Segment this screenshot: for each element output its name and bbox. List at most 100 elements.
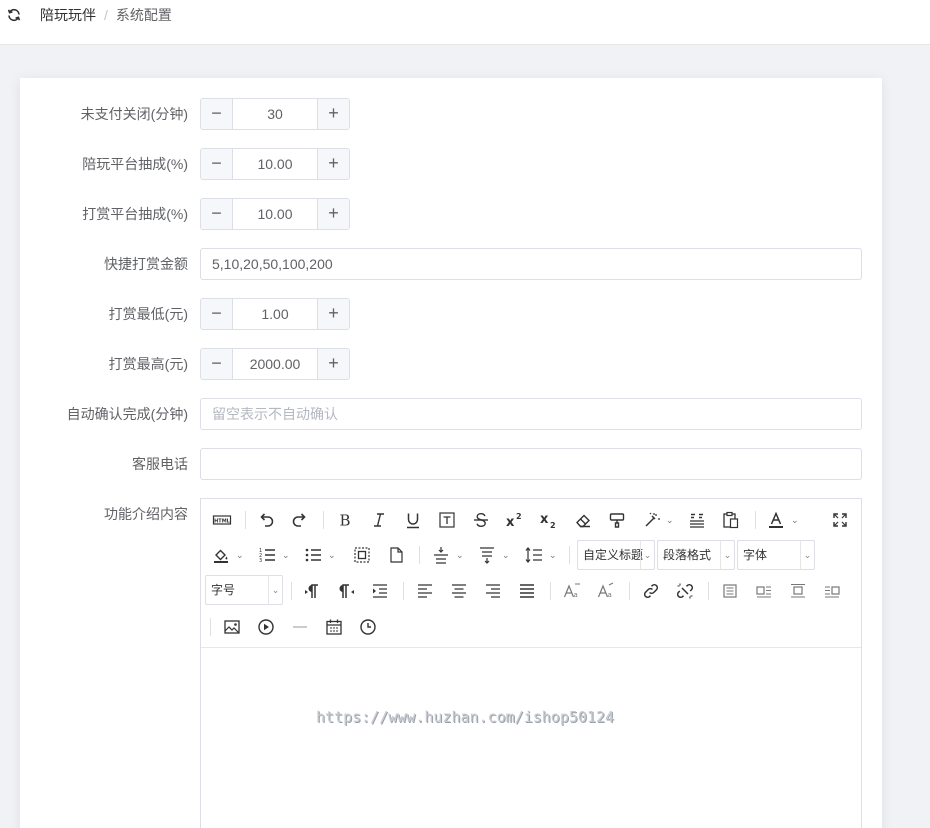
service-phone-input[interactable]	[200, 448, 862, 480]
increment-button[interactable]: +	[317, 299, 349, 329]
form-row-quick-tip: 快捷打赏金额	[20, 248, 882, 280]
intro-label: 功能介绍内容	[104, 506, 188, 522]
auto-format-dropdown-icon[interactable]: ⌄	[666, 509, 674, 531]
tip-min-input[interactable]: 1.00	[233, 299, 317, 329]
indent-icon[interactable]	[369, 580, 391, 602]
blockquote-icon[interactable]	[686, 509, 708, 531]
tip-max-label: 打赏最高(元)	[108, 356, 188, 372]
unordered-list-icon[interactable]	[302, 544, 324, 566]
decrement-button[interactable]: −	[201, 199, 233, 229]
row-spacing-top-icon[interactable]	[430, 544, 452, 566]
row-spacing-bottom-icon[interactable]	[476, 544, 498, 566]
undo-icon[interactable]	[255, 509, 277, 531]
align-center-icon[interactable]	[448, 580, 470, 602]
ordered-list-icon[interactable]: 123	[256, 544, 278, 566]
paste-plain-icon[interactable]	[720, 509, 742, 531]
decrement-button[interactable]: −	[201, 299, 233, 329]
fullscreen-icon[interactable]	[829, 509, 851, 531]
insert-video-icon[interactable]	[255, 616, 277, 638]
html-source-icon[interactable]: HTML	[211, 509, 233, 531]
font-color-icon[interactable]	[765, 509, 787, 531]
increment-button[interactable]: +	[317, 349, 349, 379]
unlink-icon[interactable]	[674, 580, 696, 602]
row-spacing-top-dropdown-icon[interactable]: ⌄	[456, 544, 464, 566]
form-row-tip-max: 打赏最高(元) − 2000.00 +	[20, 348, 882, 380]
image-right-icon[interactable]	[821, 580, 843, 602]
eraser-icon[interactable]	[572, 509, 594, 531]
toolbar-divider	[755, 511, 756, 529]
increment-button[interactable]: +	[317, 149, 349, 179]
toolbar-divider	[245, 511, 246, 529]
toolbar-divider	[569, 546, 570, 564]
direction-ltr-icon[interactable]	[301, 580, 323, 602]
toolbar-divider	[291, 582, 292, 600]
paragraph-format-select[interactable]: 段落格式 ⌄	[657, 540, 735, 570]
tip-commission-input[interactable]: 10.00	[233, 199, 317, 229]
tip-max-input[interactable]: 2000.00	[233, 349, 317, 379]
insert-date-icon[interactable]	[323, 616, 345, 638]
quick-tip-input[interactable]	[200, 248, 862, 280]
direction-rtl-icon[interactable]	[335, 580, 357, 602]
redo-icon[interactable]	[289, 509, 311, 531]
font-color-dropdown-icon[interactable]: ⌄	[791, 509, 799, 531]
unpaid-close-label: 未支付关闭(分钟)	[80, 106, 188, 122]
auto-confirm-input[interactable]	[200, 398, 862, 430]
link-icon[interactable]	[640, 580, 662, 602]
refresh-icon[interactable]	[6, 7, 22, 23]
decrement-button[interactable]: −	[201, 99, 233, 129]
svg-text:a: a	[608, 591, 612, 599]
form-row-tip-commission: 打赏平台抽成(%) − 10.00 +	[20, 198, 882, 230]
subscript-icon[interactable]: x2	[538, 509, 560, 531]
image-center-icon[interactable]	[787, 580, 809, 602]
background-color-dropdown-icon[interactable]: ⌄	[236, 544, 244, 566]
font-family-select[interactable]: 字体 ⌄	[737, 540, 815, 570]
background-color-icon[interactable]	[210, 544, 232, 566]
form-row-unpaid-close: 未支付关闭(分钟) − 30 +	[20, 98, 882, 130]
align-right-icon[interactable]	[482, 580, 504, 602]
image-none-icon[interactable]	[719, 580, 741, 602]
horizontal-rule-icon[interactable]	[289, 616, 311, 638]
image-left-icon[interactable]	[753, 580, 775, 602]
auto-format-icon[interactable]	[640, 509, 662, 531]
quick-tip-label: 快捷打赏金额	[104, 256, 188, 272]
font-size-select[interactable]: 字号 ⌄	[205, 575, 283, 605]
bold-icon[interactable]: B	[334, 509, 356, 531]
decrement-button[interactable]: −	[201, 349, 233, 379]
lowercase-icon[interactable]: a	[595, 580, 617, 602]
line-height-icon[interactable]	[523, 544, 545, 566]
toolbar-divider	[210, 618, 211, 636]
row-spacing-bottom-dropdown-icon[interactable]: ⌄	[502, 544, 510, 566]
increment-button[interactable]: +	[317, 199, 349, 229]
decrement-button[interactable]: −	[201, 149, 233, 179]
align-justify-icon[interactable]	[516, 580, 538, 602]
insert-time-icon[interactable]	[357, 616, 379, 638]
custom-title-select[interactable]: 自定义标题 ⌄	[577, 540, 655, 570]
select-all-icon[interactable]	[351, 544, 373, 566]
format-painter-icon[interactable]	[606, 509, 628, 531]
superscript-icon[interactable]: x2	[504, 509, 526, 531]
svg-text:2: 2	[550, 521, 556, 530]
companion-commission-input[interactable]: 10.00	[233, 149, 317, 179]
toolbar-divider	[403, 582, 404, 600]
paragraph-format-value: 段落格式	[663, 548, 712, 562]
uppercase-icon[interactable]: a	[561, 580, 583, 602]
toolbar-divider	[419, 546, 420, 564]
italic-icon[interactable]	[368, 509, 390, 531]
increment-button[interactable]: +	[317, 99, 349, 129]
underline-icon[interactable]	[402, 509, 424, 531]
ordered-list-dropdown-icon[interactable]: ⌄	[282, 544, 290, 566]
line-height-dropdown-icon[interactable]: ⌄	[549, 544, 557, 566]
insert-image-icon[interactable]	[221, 616, 243, 638]
unordered-list-dropdown-icon[interactable]: ⌄	[328, 544, 336, 566]
clear-doc-icon[interactable]	[385, 544, 407, 566]
align-left-icon[interactable]	[414, 580, 436, 602]
unpaid-close-input[interactable]: 30	[233, 99, 317, 129]
companion-commission-label: 陪玩平台抽成(%)	[82, 156, 188, 172]
svg-text:B: B	[339, 512, 350, 530]
editor-content-area[interactable]: https://www.huzhan.com/ishop50124	[201, 649, 861, 828]
text-border-icon[interactable]	[436, 509, 458, 531]
editor-toolbar: HTML B x 2 x 2 ⌄ ⌄ ⌄ 1 2 3 ⌄ ⌄ ⌄ ⌄ ⌄ 自定义…	[201, 499, 861, 648]
strikethrough-icon[interactable]	[470, 509, 492, 531]
breadcrumb: 陪玩玩伴 / 系统配置	[40, 6, 172, 24]
breadcrumb-parent[interactable]: 陪玩玩伴	[40, 7, 96, 23]
